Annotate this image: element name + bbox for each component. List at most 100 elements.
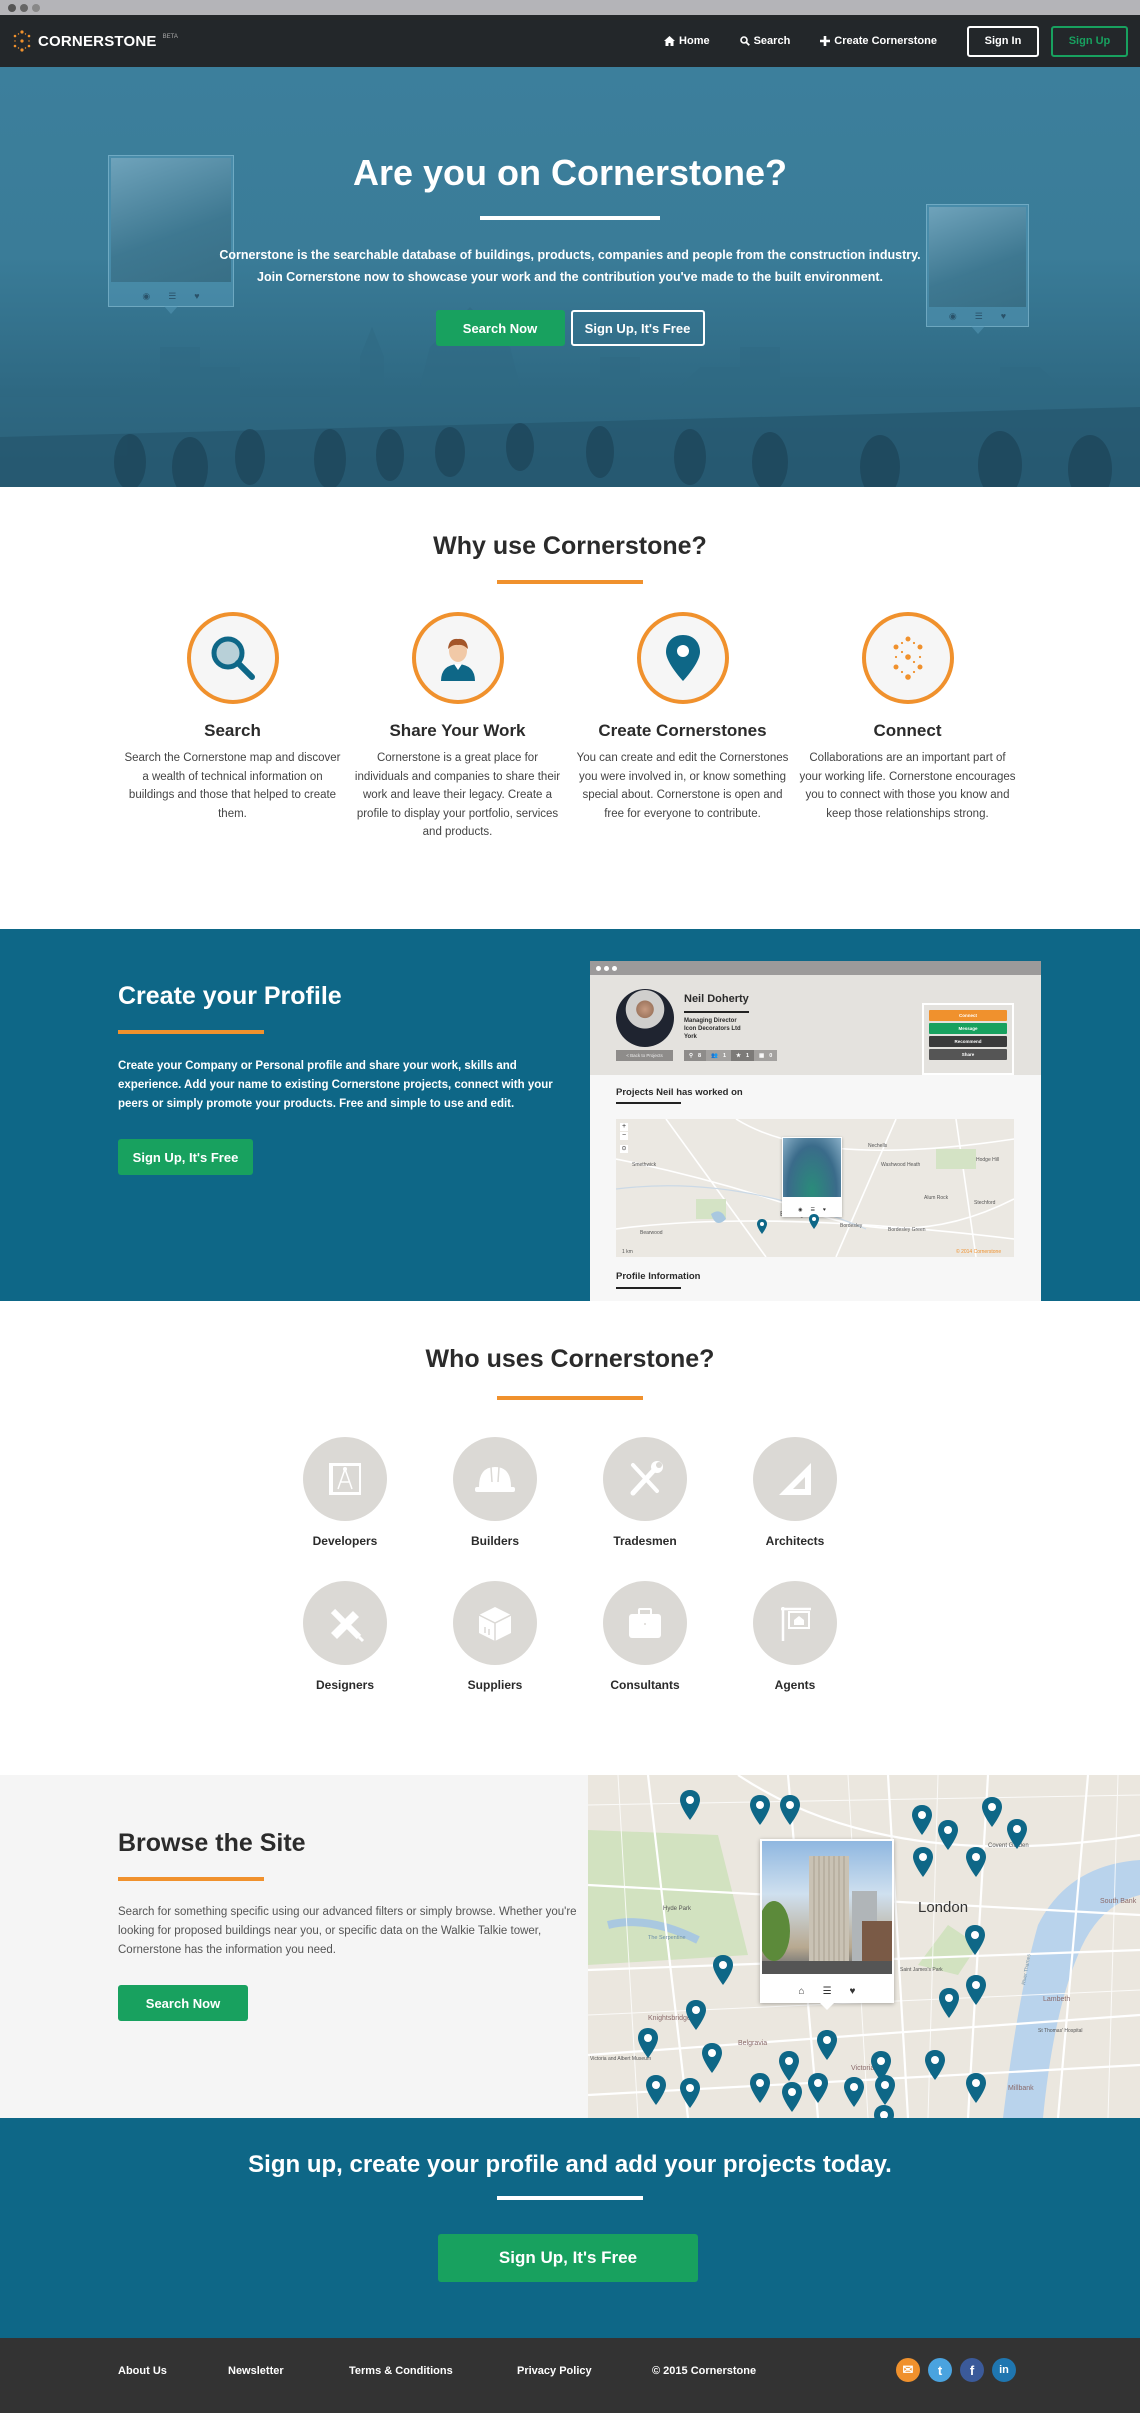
feature-icon-circle: [186, 612, 279, 704]
stat-products: ▦ 0: [754, 1050, 778, 1061]
back-to-projects-button[interactable]: < Back to Projects: [616, 1050, 673, 1061]
map-pin[interactable]: [966, 1975, 986, 2005]
feature-title: Share Your Work: [389, 721, 526, 740]
stat-value: 0: [769, 1052, 773, 1059]
projects-map[interactable]: SmethwickBirminghamBearwood NechellsWash…: [616, 1119, 1014, 1257]
map-pin[interactable]: [646, 2075, 666, 2105]
twitter-icon[interactable]: t: [928, 2358, 952, 2382]
map-pin[interactable]: [925, 2050, 945, 2080]
role-suppliers[interactable]: Suppliers: [420, 1573, 570, 1717]
nav-create-cornerstone[interactable]: Create Cornerstone: [820, 35, 937, 47]
facebook-icon[interactable]: f: [960, 2358, 984, 2382]
zoom-out-button[interactable]: −: [620, 1132, 628, 1140]
message-button[interactable]: Message: [929, 1023, 1007, 1034]
linkedin-icon[interactable]: in: [992, 2358, 1016, 2382]
role-label: Suppliers: [467, 1678, 523, 1692]
role-builders[interactable]: Builders: [420, 1429, 570, 1573]
map-pin[interactable]: [874, 2105, 894, 2118]
map-pin[interactable]: [750, 1795, 770, 1825]
hero-sign-up-button[interactable]: Sign Up, It's Free: [570, 310, 705, 346]
svg-text:Bearwood: Bearwood: [640, 1230, 663, 1236]
map-pin[interactable]: [808, 2073, 828, 2103]
map-pin[interactable]: [844, 2077, 864, 2107]
share-button[interactable]: Share: [929, 1049, 1007, 1060]
profile-location: York: [684, 1034, 697, 1040]
browse-search-now-button[interactable]: Search Now: [118, 1985, 248, 2021]
window-maximize-dot[interactable]: [32, 3, 40, 12]
map-pin[interactable]: [809, 1214, 819, 1229]
map-building-popup[interactable]: ⌂ ☰ ♥: [758, 1839, 894, 2010]
role-label: Builders: [470, 1534, 519, 1548]
role-designers[interactable]: Designers: [270, 1573, 420, 1717]
map-pin[interactable]: [875, 2075, 895, 2105]
footer-link-about-us[interactable]: About Us: [118, 2365, 228, 2377]
set-square-icon: [779, 1463, 811, 1495]
role-label: Architects: [765, 1534, 825, 1548]
map-pin[interactable]: [680, 2078, 700, 2108]
london-map[interactable]: London Hyde Park The Serpentine Covent G…: [588, 1775, 1140, 2118]
list-icon[interactable]: ☰: [823, 1986, 832, 1997]
window-minimize-dot[interactable]: [20, 3, 28, 12]
map-pin[interactable]: [966, 2073, 986, 2103]
map-pin[interactable]: [713, 1955, 733, 1985]
map-pin[interactable]: [638, 2028, 658, 2058]
map-pin[interactable]: [1007, 1819, 1027, 1849]
map-pin[interactable]: [782, 2082, 802, 2112]
role-architects[interactable]: Architects: [720, 1429, 870, 1573]
zoom-in-button[interactable]: +: [620, 1123, 628, 1131]
list-icon[interactable]: ☰: [810, 1207, 814, 1213]
map-pin[interactable]: [750, 2073, 770, 2103]
nav-home[interactable]: Home: [664, 35, 710, 47]
map-pin[interactable]: [702, 2043, 722, 2073]
locate-button[interactable]: ⊙: [620, 1145, 628, 1153]
svg-text:St Thomas' Hospital: St Thomas' Hospital: [1038, 2028, 1083, 2034]
role-tradesmen[interactable]: Tradesmen: [570, 1429, 720, 1573]
heart-icon[interactable]: ♥: [823, 1207, 826, 1213]
profile-section-divider: [118, 1030, 264, 1034]
people-icon: 👥: [711, 1052, 718, 1059]
svg-text:Washwood Heath: Washwood Heath: [881, 1162, 920, 1168]
map-pin[interactable]: [780, 1795, 800, 1825]
map-pin[interactable]: [966, 1847, 986, 1877]
cta-sign-up-button[interactable]: Sign Up, It's Free: [438, 2234, 698, 2282]
footer-link-newsletter[interactable]: Newsletter: [228, 2365, 349, 2377]
social-links: ✉ t f in: [896, 2358, 1016, 2382]
nav-search[interactable]: Search: [739, 35, 790, 47]
map-project-popup[interactable]: ◉ ☰ ♥: [782, 1137, 842, 1217]
sign-up-button[interactable]: Sign Up: [1051, 25, 1128, 57]
window-close-dot[interactable]: [8, 3, 16, 12]
map-pin[interactable]: [912, 1805, 932, 1835]
map-pin[interactable]: [686, 2000, 706, 2030]
map-pin[interactable]: [779, 2051, 799, 2081]
home-icon[interactable]: ⌂: [799, 1986, 805, 1997]
svg-text:Knightsbridge: Knightsbridge: [648, 2015, 691, 2022]
heart-icon[interactable]: ♥: [850, 1986, 856, 1997]
feature-description: You can create and edit the Cornerstones…: [576, 752, 789, 820]
eye-icon[interactable]: ◉: [798, 1207, 802, 1213]
logo[interactable]: CORNERSTONE BETA: [12, 30, 178, 52]
pencil-ruler-icon: [330, 1608, 365, 1643]
sign-in-button[interactable]: Sign In: [967, 25, 1039, 57]
role-agents[interactable]: Agents: [720, 1573, 870, 1717]
map-pin[interactable]: [939, 1988, 959, 2018]
map-pin[interactable]: [965, 1925, 985, 1955]
role-label: Designers: [315, 1678, 375, 1692]
hero-search-now-button[interactable]: Search Now: [435, 310, 565, 346]
map-pin[interactable]: [680, 1790, 700, 1820]
map-pin[interactable]: [913, 1847, 933, 1877]
connect-button[interactable]: Connect: [929, 1010, 1007, 1021]
role-developers[interactable]: Developers: [270, 1429, 420, 1573]
map-pin[interactable]: [817, 2030, 837, 2060]
recommend-button[interactable]: Recommend: [929, 1036, 1007, 1047]
who-divider: [497, 1396, 643, 1400]
profile-sign-up-button[interactable]: Sign Up, It's Free: [118, 1139, 253, 1175]
role-consultants[interactable]: Consultants: [570, 1573, 720, 1717]
feature-description: Collaborations are an important part of …: [799, 752, 1016, 820]
footer-link-privacy[interactable]: Privacy Policy: [517, 2365, 652, 2377]
email-icon[interactable]: ✉: [896, 2358, 920, 2382]
feature-description: Cornerstone is a great place for individ…: [354, 752, 561, 838]
map-pin[interactable]: [938, 1820, 958, 1850]
footer-link-terms[interactable]: Terms & Conditions: [349, 2365, 517, 2377]
map-pin[interactable]: [757, 1219, 767, 1234]
map-pin[interactable]: [982, 1797, 1002, 1827]
